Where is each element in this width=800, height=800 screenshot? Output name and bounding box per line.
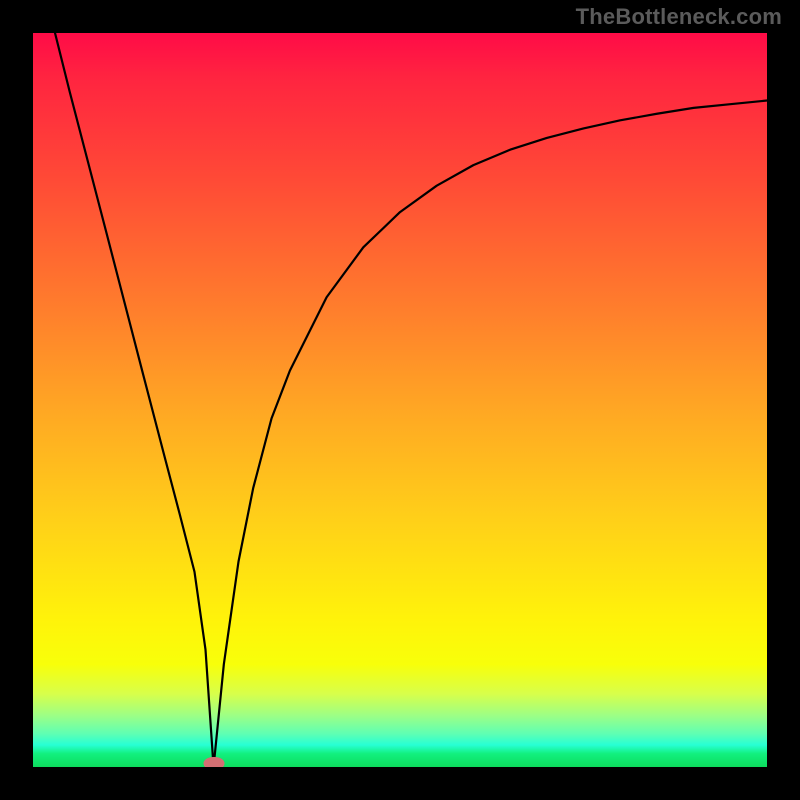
chart-frame: TheBottleneck.com	[0, 0, 800, 800]
bottleneck-curve	[33, 33, 767, 767]
plot-area	[33, 33, 767, 767]
watermark-text: TheBottleneck.com	[576, 4, 782, 30]
minimum-marker	[203, 757, 224, 767]
